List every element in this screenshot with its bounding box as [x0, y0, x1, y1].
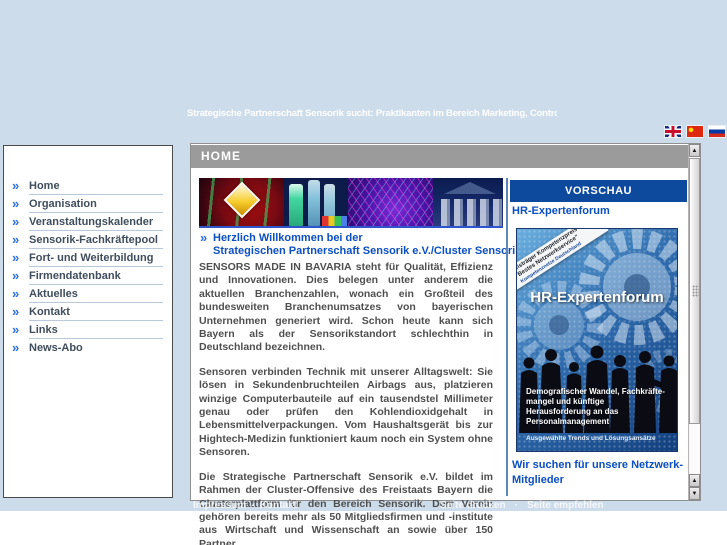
news-ticker: Strategische Partnerschaft Sensorik such…	[187, 108, 557, 119]
scroll-down-button[interactable]: ▼	[689, 487, 700, 500]
poster-title: HR-Expertenforum	[530, 289, 664, 306]
footer-left: Impressum - Kontakt	[193, 500, 297, 511]
footer-separator: ·	[514, 500, 518, 511]
paragraph-sensoren-alltagswelt: Sensoren verbinden Technik mit unserer A…	[199, 365, 493, 459]
page-title: HOME	[191, 145, 688, 168]
sidebar-item[interactable]: » Organisation	[4, 195, 172, 213]
welcome-heading: » Herzlich Willkommen bei der Strategisc…	[199, 230, 521, 258]
footer-right: Seite drucken · Seite empfehlen	[440, 500, 604, 511]
scroll-up-icon: ▲	[691, 477, 698, 484]
sidebar-item-label: Home	[29, 180, 60, 192]
sidebar-item[interactable]: » Kontakt	[4, 303, 172, 321]
banner-image	[199, 178, 503, 228]
russian-flag-icon[interactable]	[709, 126, 725, 137]
wireframe-mesh	[347, 178, 434, 226]
paragraph-sensors-made-in-bavaria: SENSORS MADE IN BAVARIA steht für Qualit…	[199, 261, 493, 354]
chevron-right-icon: »	[12, 286, 20, 301]
scroll-up-button-bottom[interactable]: ▲	[689, 474, 700, 487]
chevron-right-icon: »	[12, 340, 20, 355]
sidebar-item[interactable]: » Firmendatenbank	[4, 267, 172, 285]
hr-expertenforum-poster[interactable]: HR-Expertenforum Preisträger Kompetenzpr…	[516, 228, 678, 452]
content-panel: HOME » Herzlich Willkommen bei der Strat…	[190, 143, 701, 545]
banner-segment-vials	[284, 178, 348, 226]
chevron-right-icon: »	[12, 232, 20, 247]
sidebar-item[interactable]: » Aktuelles	[4, 285, 172, 303]
sidebar-item-label: Sensorik-Fachkräftepool	[29, 234, 158, 246]
sidebar-nav: » Home » Organisation » Veranstaltungska…	[4, 177, 172, 357]
poster-tagline: Ausgewählte Trends und Lösungsansätze	[526, 435, 656, 442]
chevron-right-icon: »	[12, 304, 20, 319]
building-pillars	[441, 199, 503, 226]
language-switcher	[665, 126, 725, 137]
sidebar-item-label: Kontakt	[29, 306, 70, 318]
sidebar-item[interactable]: » Sensorik-Fachkräftepool	[4, 231, 172, 249]
chevron-right-icon: »	[12, 322, 20, 337]
english-flag-icon[interactable]	[665, 126, 681, 137]
column-divider	[506, 178, 508, 496]
poster-subtitle: Demografischer Wandel, Fachkräfte-mangel…	[526, 387, 665, 426]
impressum-link[interactable]: Impressum	[193, 500, 246, 511]
recommend-page-link[interactable]: Seite empfehlen	[527, 500, 604, 511]
chevron-right-icon: »	[12, 250, 20, 265]
building-gable	[444, 182, 497, 194]
sidebar-item[interactable]: » Home	[4, 177, 172, 195]
sidebar-item-label: News-Abo	[29, 342, 83, 354]
sidebar-item-label: Firmendatenbank	[29, 270, 121, 282]
chevron-right-icon: »	[200, 230, 208, 245]
welcome-line1: Herzlich Willkommen bei der	[213, 232, 363, 244]
page: Strategische Partnerschaft Sensorik such…	[0, 0, 727, 545]
netzwerk-mitglieder-link[interactable]: Wir suchen für unsere Netzwerk-Mitgliede…	[512, 458, 688, 488]
print-page-link[interactable]: Seite drucken	[440, 500, 506, 511]
sidebar-item[interactable]: » Links	[4, 321, 172, 339]
vial-blue	[308, 179, 320, 226]
sidebar-item[interactable]: » Veranstaltungskalender	[4, 213, 172, 231]
chevron-right-icon: »	[12, 214, 20, 229]
sidebar-item-label: Links	[29, 324, 58, 336]
footer-separator: -	[251, 500, 255, 511]
vertical-scrollbar[interactable]: ▲ ▲ ▼	[688, 144, 700, 500]
banner-segment-sensor-chip	[199, 178, 285, 226]
chinese-flag-icon[interactable]	[687, 126, 703, 137]
sidebar-item[interactable]: » News-Abo	[4, 339, 172, 357]
scroll-down-icon: ▼	[691, 490, 698, 497]
sidebar-item[interactable]: » Fort- und Weiterbildung	[4, 249, 172, 267]
chevron-right-icon: »	[12, 196, 20, 211]
scroll-up-icon: ▲	[691, 147, 698, 154]
sidebar-item-label: Veranstaltungskalender	[29, 216, 154, 228]
sidebar-item-label: Aktuelles	[29, 288, 78, 300]
hr-expertenforum-link[interactable]: HR-Expertenforum	[512, 205, 610, 217]
color-cubes	[322, 216, 347, 226]
banner-segment-building	[433, 178, 503, 226]
chevron-right-icon: »	[12, 178, 20, 193]
sidebar-item-label: Fort- und Weiterbildung	[29, 252, 154, 264]
scroll-up-button[interactable]: ▲	[689, 144, 700, 157]
chevron-right-icon: »	[12, 268, 20, 283]
welcome-line2[interactable]: Strategischen Partnerschaft Sensorik e.V…	[199, 245, 521, 258]
sidebar: » Home » Organisation » Veranstaltungska…	[3, 145, 173, 498]
vial-green	[289, 183, 304, 226]
preview-header: VORSCHAU	[510, 180, 687, 202]
kontakt-link[interactable]: Kontakt	[260, 500, 297, 511]
sidebar-item-label: Organisation	[29, 198, 97, 210]
banner-segment-wireframe	[347, 178, 434, 226]
scrollbar-thumb[interactable]	[689, 158, 700, 424]
